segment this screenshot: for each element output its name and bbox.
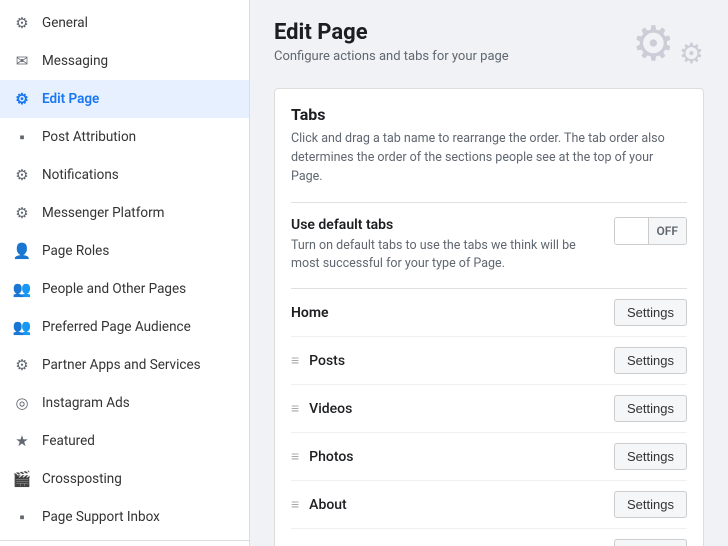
drag-handle-icon[interactable]: ≡ [291,352,299,369]
partner-icon: ⚙ [12,355,32,375]
gear-icon: ⚙ [12,13,32,33]
tab-posts-label: Posts [309,353,614,369]
featured-icon: ★ [12,431,32,451]
sidebar-item-post-attribution[interactable]: ▪ Post Attribution [0,118,249,156]
sidebar-item-label: Messaging [42,53,108,69]
sidebar-item-edit-page[interactable]: ⚙ Edit Page ➠ Click [0,80,249,118]
page-subtitle: Configure actions and tabs for your page [274,49,509,64]
table-row: ≡ Photos Settings [291,433,687,481]
gear-small-icon: ⚙ [679,40,704,68]
sidebar-item-page-roles[interactable]: 👤 Page Roles [0,232,249,270]
sidebar-item-label: Crossposting [42,471,122,487]
instagram-icon: ◎ [12,393,32,413]
tab-list: Home Settings ≡ Posts Settings ≡ Videos … [291,288,687,546]
default-tabs-label: Use default tabs [291,217,591,233]
audience-icon: 👥 [12,317,32,337]
sidebar: ⚙ General ✉ Messaging ⚙ Edit Page ➠ Clic… [0,0,250,546]
tabs-section: Tabs Click and drag a tab name to rearra… [274,88,704,546]
likes-settings-button[interactable]: Settings [614,539,687,546]
sidebar-item-support-inbox[interactable]: ▪ Page Support Inbox [0,498,249,536]
table-row: ≡ Likes Settings [291,529,687,546]
messaging-icon: ✉ [12,51,32,71]
drag-handle-icon[interactable]: ≡ [291,496,299,513]
drag-handle-icon[interactable]: ≡ [291,448,299,465]
sidebar-item-label: Messenger Platform [42,205,165,221]
tab-home-label: Home [291,305,614,321]
crossposting-icon: 🎬 [12,469,32,489]
tabs-description: Click and drag a tab name to rearrange t… [291,130,687,186]
tab-videos-label: Videos [309,401,614,417]
drag-handle-icon[interactable]: ≡ [291,400,299,417]
people-icon: 👥 [12,279,32,299]
table-row: Home Settings [291,289,687,337]
videos-settings-button[interactable]: Settings [614,395,687,422]
sidebar-item-label: Instagram Ads [42,395,130,411]
sidebar-item-label: Page Roles [42,243,109,259]
toggle-label: OFF [649,218,686,244]
tab-about-label: About [309,497,614,513]
default-tabs-desc: Turn on default tabs to use the tabs we … [291,237,591,272]
sidebar-item-messaging[interactable]: ✉ Messaging [0,42,249,80]
editpage-icon: ⚙ [12,89,32,109]
sidebar-item-label: Featured [42,433,95,449]
sidebar-item-label: Post Attribution [42,129,136,145]
gear-decoration: ⚙ ⚙ [632,20,704,68]
default-tabs-row: Use default tabs Turn on default tabs to… [291,202,687,272]
sidebar-item-general[interactable]: ⚙ General [0,4,249,42]
tabs-heading: Tabs [291,105,687,124]
toggle-track [615,218,649,244]
default-tabs-toggle[interactable]: OFF [614,217,687,245]
sidebar-item-label: Page Support Inbox [42,509,160,525]
table-row: ≡ Videos Settings [291,385,687,433]
sidebar-divider [0,540,249,541]
sidebar-item-preferred-page-audience[interactable]: 👥 Preferred Page Audience [0,308,249,346]
page-header: Edit Page Configure actions and tabs for… [274,20,704,68]
sidebar-item-label: Preferred Page Audience [42,319,191,335]
sidebar-item-featured[interactable]: ★ Featured [0,422,249,460]
photos-settings-button[interactable]: Settings [614,443,687,470]
sidebar-item-partner-apps[interactable]: ⚙ Partner Apps and Services [0,346,249,384]
messenger-icon: ⚙ [12,203,32,223]
sidebar-item-people-other-pages[interactable]: 👥 People and Other Pages [0,270,249,308]
main-content: Edit Page Configure actions and tabs for… [250,0,728,546]
sidebar-item-label: Edit Page [42,91,99,107]
table-row: ≡ Posts Settings [291,337,687,385]
sidebar-item-label: Notifications [42,167,119,183]
page-title: Edit Page [274,20,509,45]
sidebar-item-crossposting[interactable]: 🎬 Crossposting [0,460,249,498]
sidebar-item-label: Partner Apps and Services [42,357,201,373]
gear-large-icon: ⚙ [632,20,675,68]
tab-photos-label: Photos [309,449,614,465]
table-row: ≡ About Settings [291,481,687,529]
sidebar-item-label: People and Other Pages [42,281,186,297]
sidebar-item-messenger-platform[interactable]: ⚙ Messenger Platform [0,194,249,232]
roles-icon: 👤 [12,241,32,261]
sidebar-item-instagram-ads[interactable]: ◎ Instagram Ads [0,384,249,422]
about-settings-button[interactable]: Settings [614,491,687,518]
notifications-icon: ⚙ [12,165,32,185]
support-icon: ▪ [12,507,32,527]
post-attribution-icon: ▪ [12,127,32,147]
home-settings-button[interactable]: Settings [614,299,687,326]
sidebar-item-notifications[interactable]: ⚙ Notifications [0,156,249,194]
sidebar-item-label: General [42,15,88,31]
posts-settings-button[interactable]: Settings [614,347,687,374]
